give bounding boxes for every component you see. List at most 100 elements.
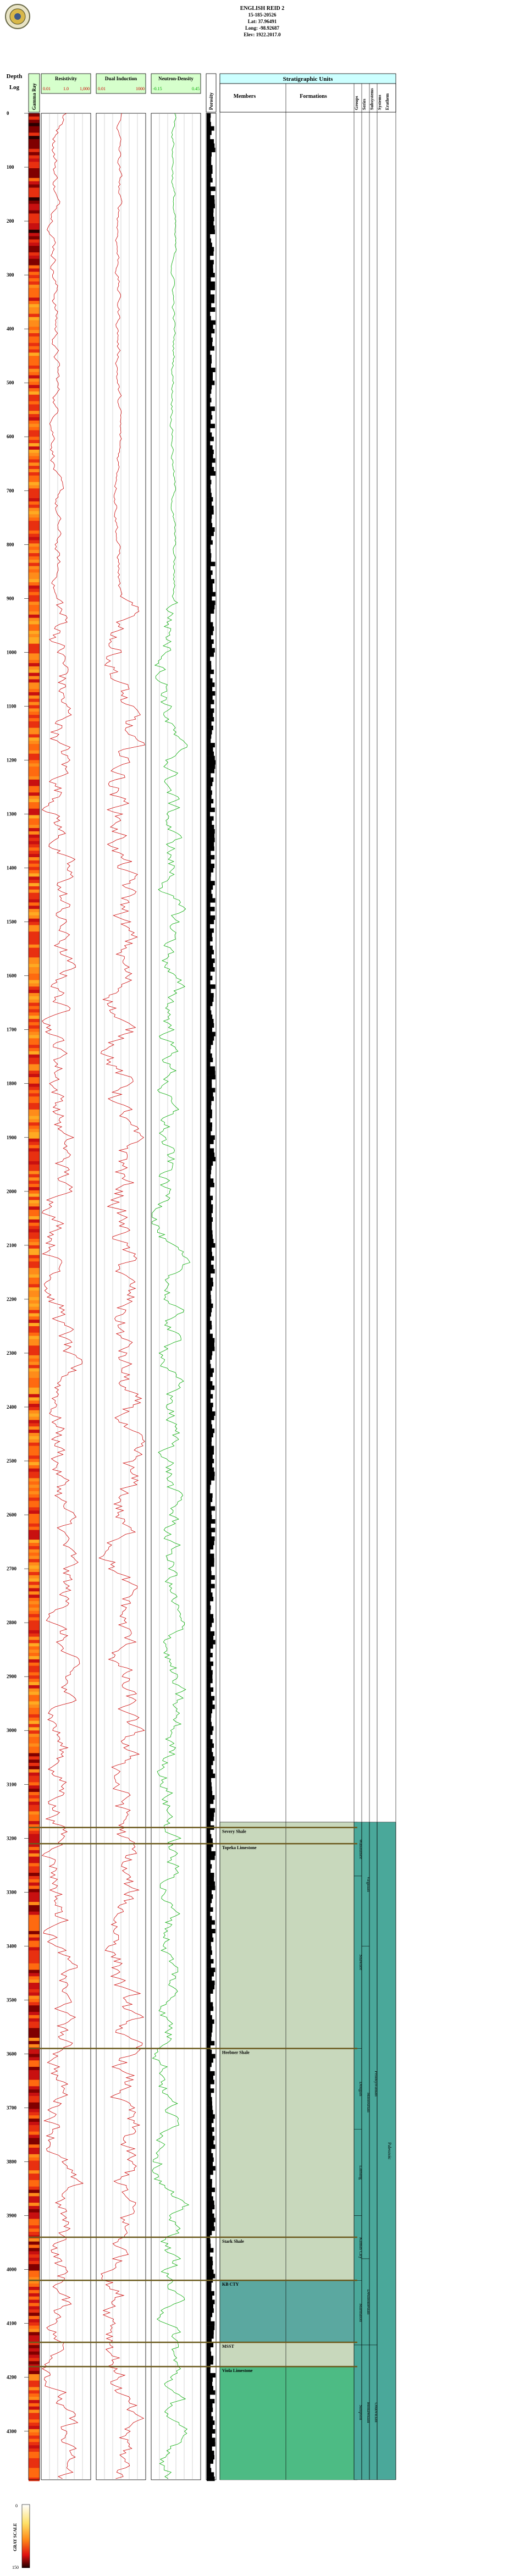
porosity-bar	[207, 975, 213, 980]
porosity-bar	[207, 2454, 215, 2460]
porosity-bar	[207, 1480, 212, 1485]
porosity-bar	[207, 1834, 212, 1839]
porosity-bar	[207, 816, 214, 821]
gamma-block	[29, 602, 40, 605]
gamma-block	[29, 1038, 40, 1042]
porosity-bar	[207, 1351, 213, 1356]
depth-tick-label: 3000	[7, 1728, 17, 1733]
gamma-block	[29, 766, 40, 770]
gamma-block	[29, 851, 40, 854]
gamma-block	[29, 1430, 40, 1433]
gamma-block	[29, 1979, 40, 1983]
porosity-bar	[207, 126, 214, 131]
porosity-bar	[207, 570, 213, 575]
gamma-block	[29, 1226, 40, 1229]
gamma-block	[29, 1695, 40, 1698]
gamma-block	[29, 2458, 40, 2462]
depth-tick-label: 1800	[7, 1081, 17, 1086]
gamma-block	[29, 1077, 40, 1081]
gamma-block	[29, 2461, 40, 2465]
porosity-bar	[207, 419, 211, 424]
porosity-bar	[207, 1027, 213, 1032]
gamma-block	[29, 1116, 40, 1119]
porosity-bar	[207, 2416, 213, 2421]
porosity-bar	[207, 1019, 214, 1024]
gamma-block	[29, 657, 40, 660]
porosity-bar	[207, 2468, 212, 2473]
porosity-bar	[207, 2437, 215, 2442]
gamma-block	[29, 802, 40, 806]
formation-top-label: Topeka Limestone	[222, 1845, 257, 1850]
porosity-bar	[207, 445, 213, 450]
gamma-block	[29, 1035, 40, 1039]
porosity-bar	[207, 678, 213, 683]
gamma-block	[29, 1892, 40, 1896]
gamma-block	[29, 2212, 40, 2216]
gamma-block	[29, 1061, 40, 1064]
gamma-block	[29, 339, 40, 344]
gamma-block	[29, 2380, 40, 2384]
porosity-bar	[207, 1282, 214, 1287]
gamma-block	[29, 1691, 40, 1696]
porosity-bar	[207, 1799, 214, 1804]
porosity-bar	[207, 2287, 212, 2292]
gamma-block	[29, 2387, 40, 2391]
porosity-bar	[207, 182, 211, 187]
porosity-bar	[207, 1372, 213, 1377]
gamma-block	[29, 679, 40, 683]
gamma-block	[29, 1672, 40, 1676]
gamma-block	[29, 1779, 40, 1783]
gamma-block	[29, 174, 40, 179]
porosity-bar	[207, 208, 214, 213]
gamma-block	[29, 1378, 40, 1382]
porosity-bar	[207, 2265, 213, 2270]
porosity-bar	[207, 1148, 214, 1153]
gamma-block	[29, 540, 40, 544]
gamma-block	[29, 2131, 40, 2136]
gamma-block	[29, 1727, 40, 1731]
porosity-bar	[207, 617, 211, 622]
gamma-block	[29, 301, 40, 305]
porosity-bar	[207, 161, 212, 166]
gamma-block	[29, 1736, 40, 1741]
porosity-bar	[207, 1592, 213, 1597]
gamma-block	[29, 1947, 40, 1951]
gamma-block	[29, 2435, 40, 2439]
porosity-bar	[207, 1489, 211, 1494]
gamma-block	[29, 1491, 40, 1495]
porosity-bar	[207, 441, 211, 446]
gamma-block	[29, 2128, 40, 2132]
gamma-block	[29, 333, 40, 337]
gamma-block	[29, 2303, 40, 2307]
gamma-block	[29, 1397, 40, 1401]
gamma-block	[29, 433, 40, 437]
gamma-block	[29, 2170, 40, 2174]
porosity-bar	[207, 790, 212, 795]
gamma-block	[29, 1080, 40, 1084]
porosity-bar	[207, 885, 213, 890]
porosity-bar	[207, 1213, 212, 1218]
gamma-block	[29, 1533, 40, 1537]
gamma-block	[29, 2054, 40, 2058]
porosity-bar	[207, 1631, 215, 1636]
gamma-block	[29, 2189, 40, 2193]
porosity-bar	[207, 1325, 212, 1330]
gamma-block	[29, 918, 40, 923]
gamma-block	[29, 954, 40, 958]
porosity-bar	[207, 221, 214, 226]
porosity-bar	[207, 117, 211, 122]
gamma-block	[29, 242, 40, 246]
porosity-bar	[207, 1873, 214, 1878]
porosity-bar	[207, 1450, 214, 1455]
porosity-bar	[207, 730, 212, 735]
gamma-block	[29, 320, 40, 324]
strat-erathem-box	[377, 1822, 396, 2480]
porosity-bar	[207, 553, 212, 558]
gamma-block	[29, 1167, 40, 1172]
gamma-block	[29, 1876, 40, 1880]
gamma-block	[29, 1665, 40, 1669]
gamma-block	[29, 2244, 40, 2248]
porosity-bar	[207, 303, 212, 308]
porosity-bar	[207, 2200, 214, 2205]
gamma-block	[29, 1614, 40, 1618]
